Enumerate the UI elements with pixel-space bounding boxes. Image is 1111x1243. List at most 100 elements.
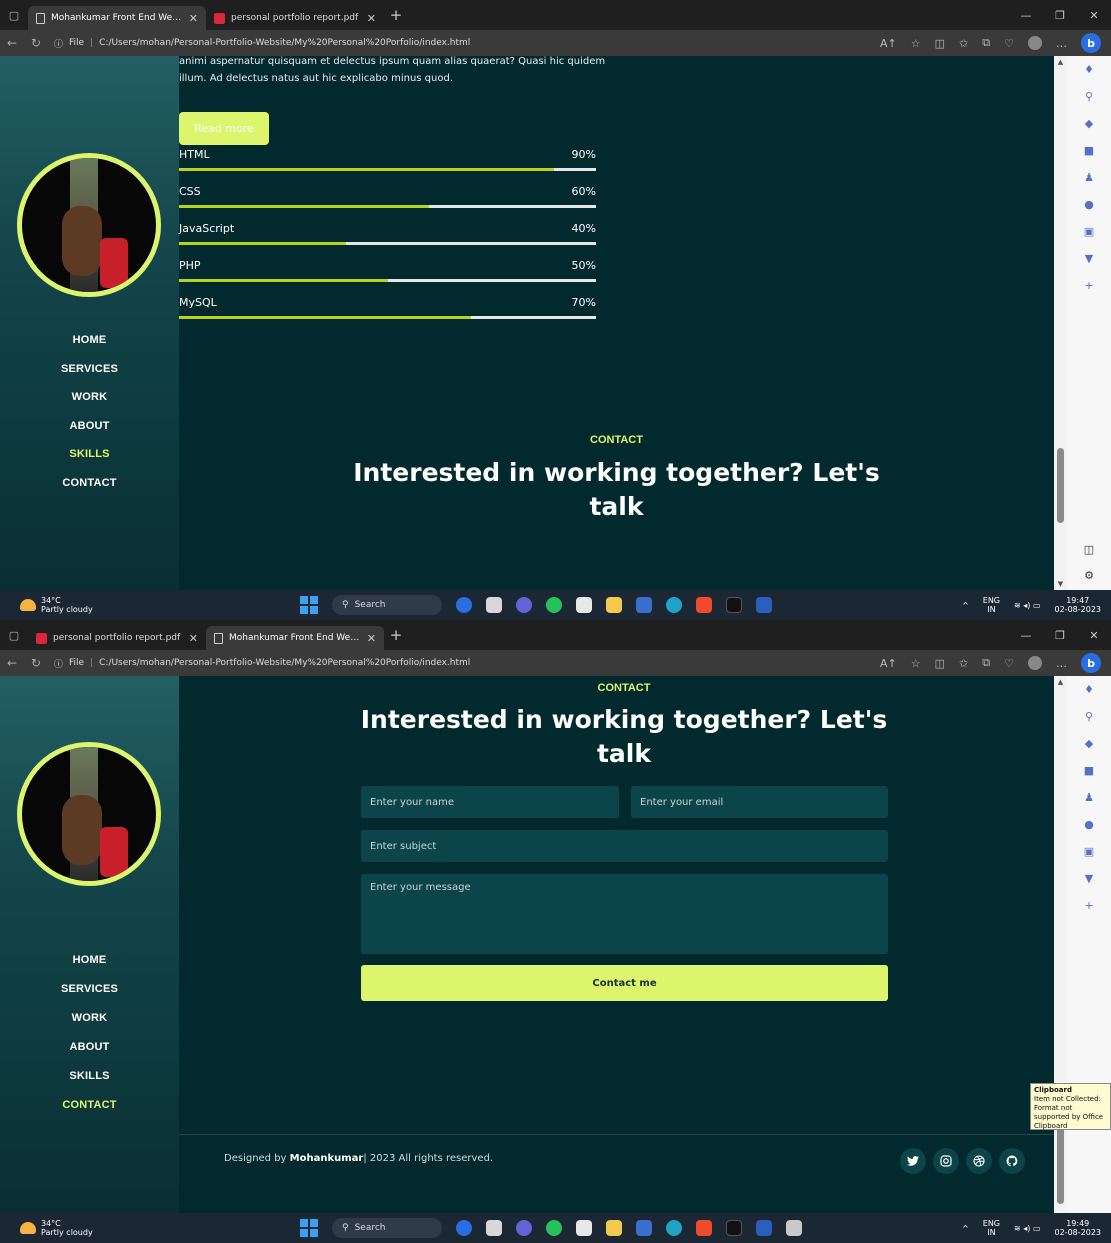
brave-icon[interactable] [696, 1220, 712, 1236]
scroll-thumb[interactable] [1057, 1126, 1064, 1204]
file-explorer-icon[interactable] [606, 597, 622, 613]
sidebar-item-work[interactable]: WORK [0, 383, 179, 412]
sidebar-item-about[interactable]: ABOUT [0, 1032, 179, 1061]
restore-icon[interactable]: ❐ [1043, 629, 1077, 642]
close-icon[interactable]: ✕ [189, 632, 198, 645]
tab-portfolio[interactable]: Mohankumar Front End Web De ✕ [28, 6, 206, 30]
task-view-icon[interactable] [486, 597, 502, 613]
heart-icon[interactable]: ♡ [1004, 657, 1014, 670]
contact-me-button[interactable]: Contact me [361, 965, 888, 1001]
new-tab-icon[interactable]: + [384, 6, 408, 24]
favorite-star-icon[interactable]: ☆ [911, 657, 921, 670]
bing-app-icon[interactable] [456, 1220, 472, 1236]
back-icon[interactable]: ← [0, 36, 24, 50]
bell-icon[interactable]: ♦ [1084, 62, 1094, 78]
minimize-icon[interactable]: — [1009, 9, 1043, 22]
collections-icon[interactable]: ⧉ [982, 656, 990, 670]
github-icon[interactable] [999, 1148, 1025, 1174]
notepad-icon[interactable] [576, 597, 592, 613]
windows-start-icon[interactable] [300, 596, 318, 614]
sidebar-item-services[interactable]: SERVICES [0, 355, 179, 384]
vertical-scrollbar[interactable]: ▲ ▼ [1054, 56, 1067, 590]
edge-icon[interactable] [666, 1220, 682, 1236]
refresh-icon[interactable]: ↻ [24, 656, 48, 670]
edge-icon[interactable] [666, 597, 682, 613]
outlook-icon[interactable]: ▣ [1084, 844, 1094, 860]
tab-actions-icon[interactable]: ▢ [0, 620, 28, 650]
twitter-icon[interactable] [900, 1148, 926, 1174]
tag-icon[interactable]: ◆ [1085, 736, 1093, 752]
weather-widget[interactable]: 34°C Partly cloudy [0, 596, 300, 614]
taskbar-search[interactable]: ⚲ Search [332, 595, 442, 615]
sidebar-item-skills[interactable]: SKILLS [0, 440, 179, 469]
send-icon[interactable]: ▼ [1085, 251, 1093, 267]
store-icon[interactable] [636, 1220, 652, 1236]
outlook-icon[interactable]: ▣ [1084, 224, 1094, 240]
name-input[interactable] [361, 786, 619, 818]
more-icon[interactable]: … [1056, 37, 1067, 50]
search-icon[interactable]: ⚲ [1085, 709, 1093, 725]
tab-report[interactable]: personal portfolio report.pdf ✕ [206, 6, 384, 30]
taskbar-search[interactable]: ⚲ Search [332, 1218, 442, 1238]
bing-icon[interactable]: b [1081, 653, 1101, 673]
sidebar-item-skills[interactable]: SKILLS [0, 1061, 179, 1090]
more-icon[interactable]: … [1056, 657, 1067, 670]
profile-icon[interactable] [1028, 36, 1042, 50]
url-field[interactable]: ⓘ File | C:/Users/mohan/Personal-Portfol… [48, 37, 880, 50]
sidebar-item-home[interactable]: HOME [0, 945, 179, 974]
people-icon[interactable]: ♟ [1084, 790, 1094, 806]
scroll-down-icon[interactable]: ▼ [1054, 580, 1067, 588]
read-aloud-icon[interactable]: A↑ [880, 37, 897, 50]
search-icon[interactable]: ⚲ [1085, 89, 1093, 105]
subject-input[interactable] [361, 830, 888, 862]
teams-icon[interactable] [516, 597, 532, 613]
sidebar-item-services[interactable]: SERVICES [0, 974, 179, 1003]
clipboard-notification[interactable]: Clipboard Item not Collected: Format not… [1030, 1083, 1111, 1130]
bing-icon[interactable]: b [1081, 33, 1101, 53]
language-indicator[interactable]: ENG IN [983, 1219, 1000, 1237]
tradingview-icon[interactable] [726, 597, 742, 613]
sidebar-item-home[interactable]: HOME [0, 326, 179, 355]
clipboard-app-icon[interactable] [786, 1220, 802, 1236]
tradingview-icon[interactable] [726, 1220, 742, 1236]
teams-icon[interactable] [516, 1220, 532, 1236]
close-window-icon[interactable]: ✕ [1077, 9, 1111, 22]
brave-icon[interactable] [696, 597, 712, 613]
sidebar-item-work[interactable]: WORK [0, 1003, 179, 1032]
office-icon[interactable]: ● [1084, 197, 1094, 213]
clock[interactable]: 19:47 02-08-2023 [1055, 596, 1102, 614]
word-icon[interactable] [756, 597, 772, 613]
scroll-up-icon[interactable]: ▲ [1054, 58, 1067, 66]
new-tab-icon[interactable]: + [384, 626, 408, 644]
store-icon[interactable] [636, 597, 652, 613]
vertical-scrollbar[interactable]: ▲ [1054, 676, 1067, 1213]
favorite-star-icon[interactable]: ☆ [911, 37, 921, 50]
tab-actions-icon[interactable]: ▢ [0, 0, 28, 30]
close-icon[interactable]: ✕ [189, 12, 198, 25]
tag-icon[interactable]: ◆ [1085, 116, 1093, 132]
url-field[interactable]: ⓘ File | C:/Users/mohan/Personal-Portfol… [48, 657, 880, 670]
add-icon[interactable]: + [1084, 898, 1093, 914]
add-icon[interactable]: + [1084, 278, 1093, 294]
sidebar-item-contact[interactable]: CONTACT [0, 1090, 179, 1119]
read-more-button[interactable]: Read more [179, 112, 269, 145]
close-window-icon[interactable]: ✕ [1077, 629, 1111, 642]
close-icon[interactable]: ✕ [367, 12, 376, 25]
bing-app-icon[interactable] [456, 597, 472, 613]
whatsapp-icon[interactable] [546, 1220, 562, 1236]
sidebar-item-about[interactable]: ABOUT [0, 412, 179, 441]
scroll-up-icon[interactable]: ▲ [1054, 678, 1067, 686]
windows-start-icon[interactable] [300, 1219, 318, 1237]
office-icon[interactable]: ● [1084, 817, 1094, 833]
wifi-volume-battery-icon[interactable]: ≋ ◂) ▭ [1014, 601, 1040, 610]
split-screen-icon[interactable]: ◫ [935, 657, 945, 670]
sidebar-item-contact[interactable]: CONTACT [0, 469, 179, 498]
word-icon[interactable] [756, 1220, 772, 1236]
tab-portfolio[interactable]: Mohankumar Front End Web De ✕ [206, 626, 384, 650]
dribbble-icon[interactable] [966, 1148, 992, 1174]
scroll-thumb[interactable] [1057, 448, 1064, 523]
close-icon[interactable]: ✕ [367, 632, 376, 645]
favorites-icon[interactable]: ✩ [959, 37, 968, 50]
send-icon[interactable]: ▼ [1085, 871, 1093, 887]
briefcase-icon[interactable]: ■ [1084, 143, 1094, 159]
